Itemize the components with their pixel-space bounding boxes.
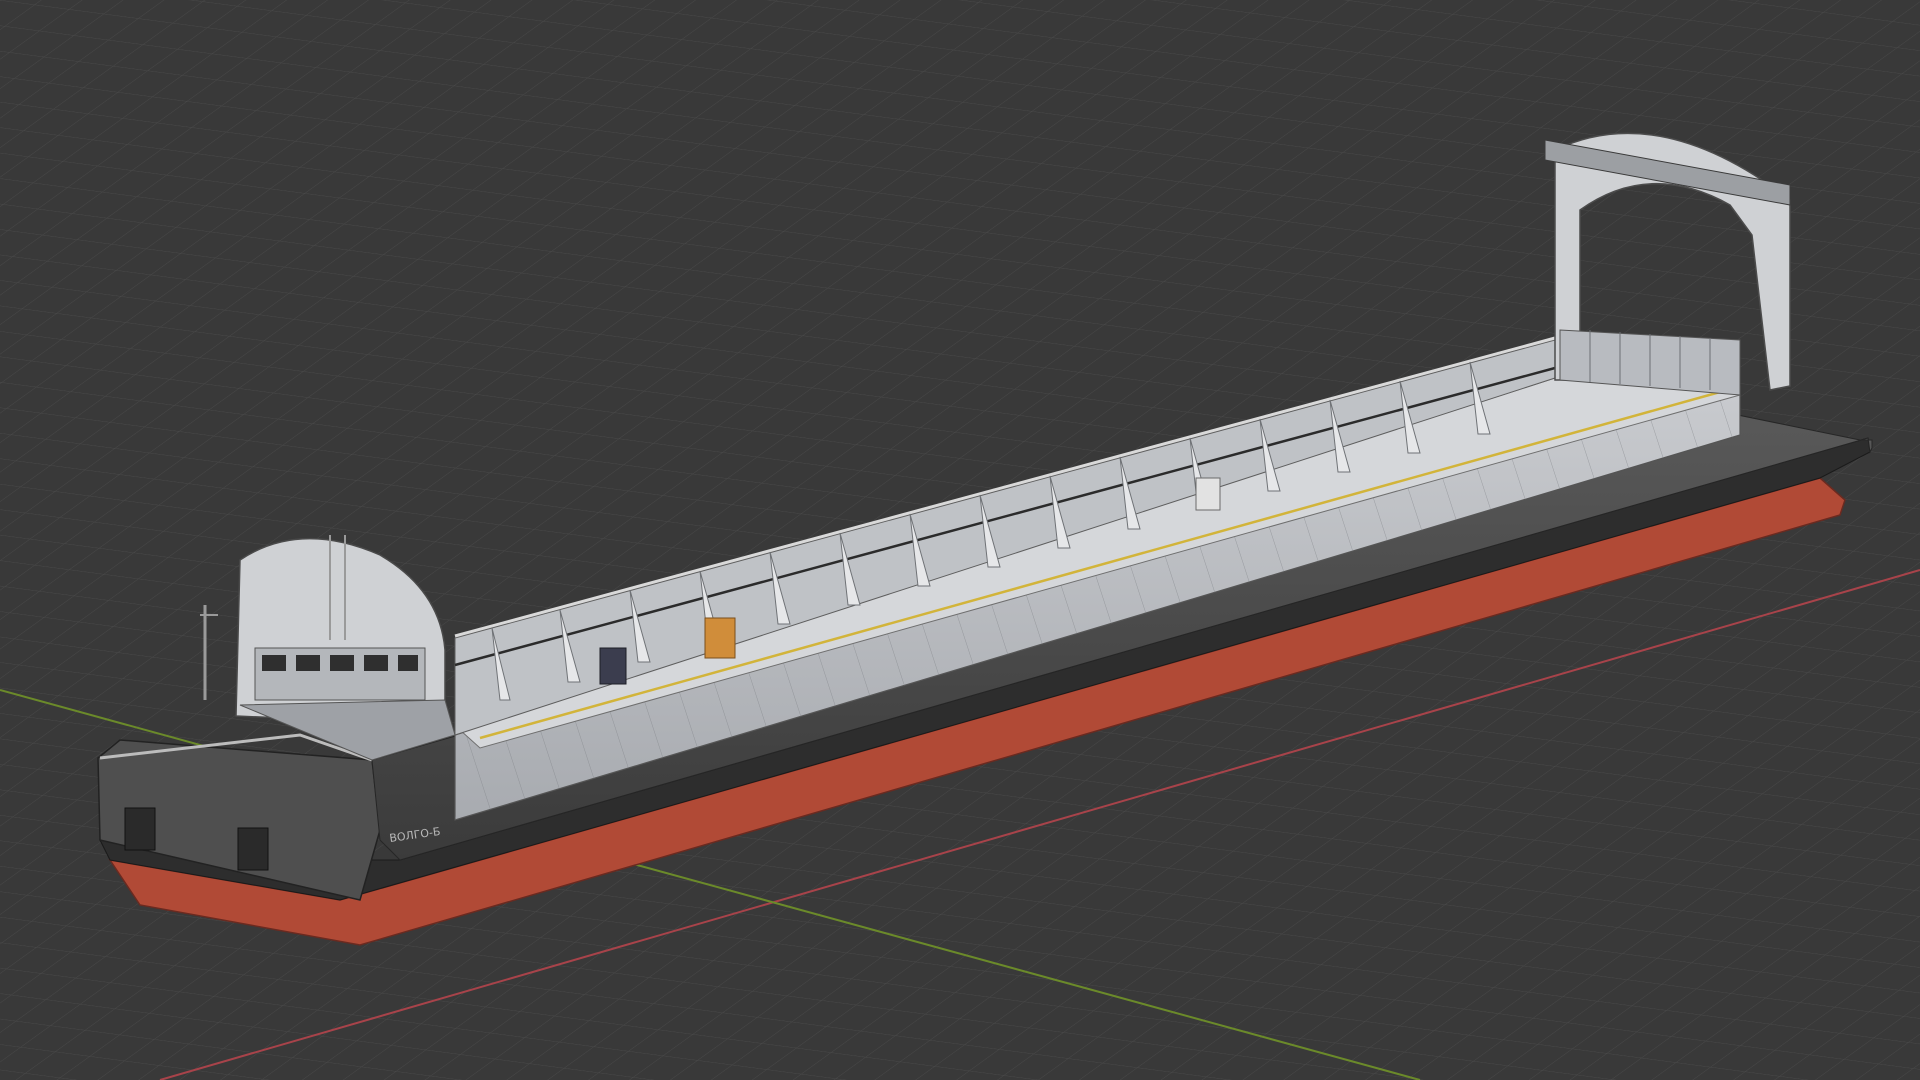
cargo-box-gray — [1195, 477, 1221, 511]
cargo-box-orange — [704, 617, 736, 659]
cargo-box-dark — [599, 647, 627, 685]
stern-opening-1 — [124, 807, 156, 851]
stern-opening-2 — [237, 827, 269, 871]
viewport-scene[interactable]: ВОЛГО-Б — [0, 0, 1920, 1080]
3d-viewport[interactable]: ВОЛГО-Б — [0, 0, 1920, 1080]
